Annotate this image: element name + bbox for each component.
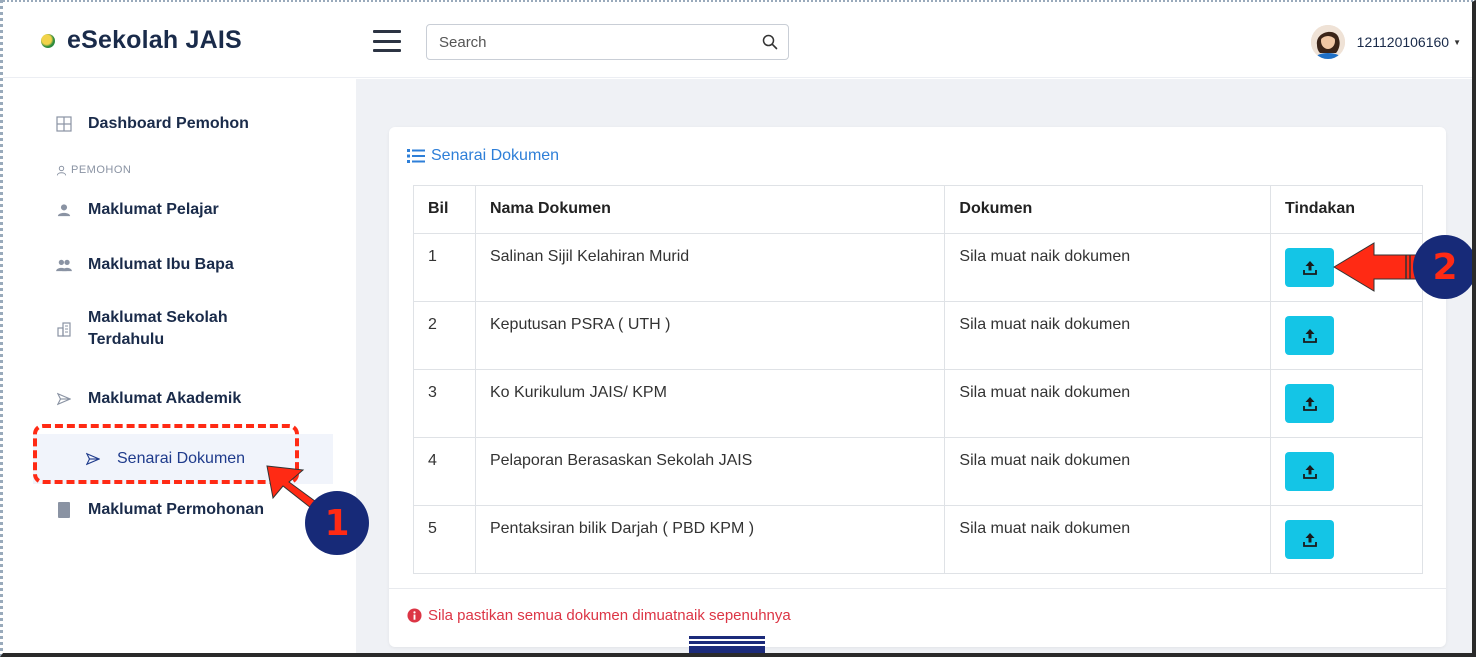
document-name: Pentaksiran bilik Darjah ( PBD KPM ) [474,505,946,574]
user-group-icon [56,165,67,175]
upload-icon [1302,464,1317,479]
top-navbar: eSekolah JAIS Search 121120106160 ▼ [3,2,1472,78]
info-icon [407,608,422,623]
user-id: 121120106160 [1356,34,1450,50]
user-menu[interactable]: 121120106160 ▼ [1310,24,1461,60]
upload-icon [1302,260,1317,275]
upload-button[interactable] [1285,316,1335,355]
sidebar-item-label: Maklumat Ibu Bapa [88,256,234,273]
bottom-bars-decoration [689,636,765,653]
document-name: Ko Kurikulum JAIS/ KPM [474,369,946,438]
document-status: Sila muat naik dokumen [944,369,1272,438]
brand[interactable]: eSekolah JAIS [41,26,242,55]
column-header-tindakan: Tindakan [1270,185,1423,234]
sidebar-item-maklumat-sekolah-terdahulu[interactable]: Maklumat Sekolah Terdahulu [3,307,333,351]
document-icon [56,502,72,518]
upload-button[interactable] [1285,520,1335,559]
user-icon [56,202,72,218]
search-input[interactable] [427,25,752,59]
document-name: Keputusan PSRA ( UTH ) [474,301,946,370]
app-frame: eSekolah JAIS Search 121120106160 ▼ Dash… [0,0,1476,657]
upload-icon [1302,396,1317,411]
search-box [426,24,789,60]
annotation-highlight-box [33,424,299,484]
grid-icon [56,116,72,132]
table-row: 3 Ko Kurikulum JAIS/ KPM Sila muat naik … [413,369,1423,438]
sidebar-item-label: Dashboard Pemohon [88,115,249,132]
column-header-bil: Bil [413,185,476,234]
document-list-card: Senarai Dokumen Bil Nama Dokumen Dokumen… [389,127,1446,647]
avatar [1310,25,1345,59]
sidebar: Dashboard Pemohon PEMOHON Maklumat Pelaj… [3,79,356,653]
building-icon [56,321,72,337]
row-number: 1 [413,233,476,302]
annotation-arrow-2-icon [1333,242,1419,292]
document-name: Pelaporan Berasaskan Sekolah JAIS [474,437,946,506]
sidebar-item-label: Maklumat Sekolah Terdahulu [88,309,228,348]
main-content: Senarai Dokumen Bil Nama Dokumen Dokumen… [356,79,1472,653]
card-footer-note: Sila pastikan semua dokumen dimuatnaik s… [407,607,791,624]
users-icon [56,257,72,273]
document-status: Sila muat naik dokumen [944,505,1272,574]
document-status: Sila muat naik dokumen [944,437,1272,506]
row-number: 5 [413,505,476,574]
card-divider [389,588,1446,589]
upload-icon [1302,532,1317,547]
column-header-nama-dokumen: Nama Dokumen [474,185,946,234]
card-title: Senarai Dokumen [407,147,559,165]
table-row: 2 Keputusan PSRA ( UTH ) Sila muat naik … [413,301,1423,370]
caret-down-icon: ▼ [1453,37,1461,47]
upload-button[interactable] [1285,384,1335,423]
row-number: 3 [413,369,476,438]
sidebar-item-maklumat-ibu-bapa[interactable]: Maklumat Ibu Bapa [3,256,333,274]
table-row: 4 Pelaporan Berasaskan Sekolah JAIS Sila… [413,437,1423,506]
document-status: Sila muat naik dokumen [944,301,1272,370]
row-number: 4 [413,437,476,506]
logo-icon [41,33,55,48]
sidebar-item-label: Maklumat Permohonan [88,501,265,518]
list-icon [407,149,425,163]
sidebar-item-label: Maklumat Akademik [88,390,242,407]
document-status: Sila muat naik dokumen [944,233,1272,302]
table-header-row: Bil Nama Dokumen Dokumen Tindakan [413,185,1423,234]
row-number: 2 [413,301,476,370]
sidebar-item-label: Maklumat Pelajar [88,201,219,218]
annotation-step-2: 2 [1413,235,1472,299]
sidebar-section-pemohon: PEMOHON [56,164,131,176]
document-name: Salinan Sijil Kelahiran Murid [474,233,946,302]
annotation-step-1: 1 [305,491,369,555]
table-row: 5 Pentaksiran bilik Darjah ( PBD KPM ) S… [413,505,1423,574]
brand-name: eSekolah JAIS [67,26,242,54]
search-icon[interactable] [752,24,788,60]
menu-toggle-icon[interactable] [373,30,401,52]
upload-button[interactable] [1285,248,1335,287]
sidebar-item-maklumat-pelajar[interactable]: Maklumat Pelajar [3,201,333,219]
sidebar-item-maklumat-akademik[interactable]: Maklumat Akademik [3,390,333,408]
send-icon [56,391,72,407]
column-header-dokumen: Dokumen [944,185,1272,234]
upload-button[interactable] [1285,452,1335,491]
upload-icon [1302,328,1317,343]
sidebar-item-dashboard-pemohon[interactable]: Dashboard Pemohon [3,115,333,133]
table-row: 1 Salinan Sijil Kelahiran Murid Sila mua… [413,233,1423,302]
documents-table: Bil Nama Dokumen Dokumen Tindakan 1 Sali… [413,185,1423,574]
